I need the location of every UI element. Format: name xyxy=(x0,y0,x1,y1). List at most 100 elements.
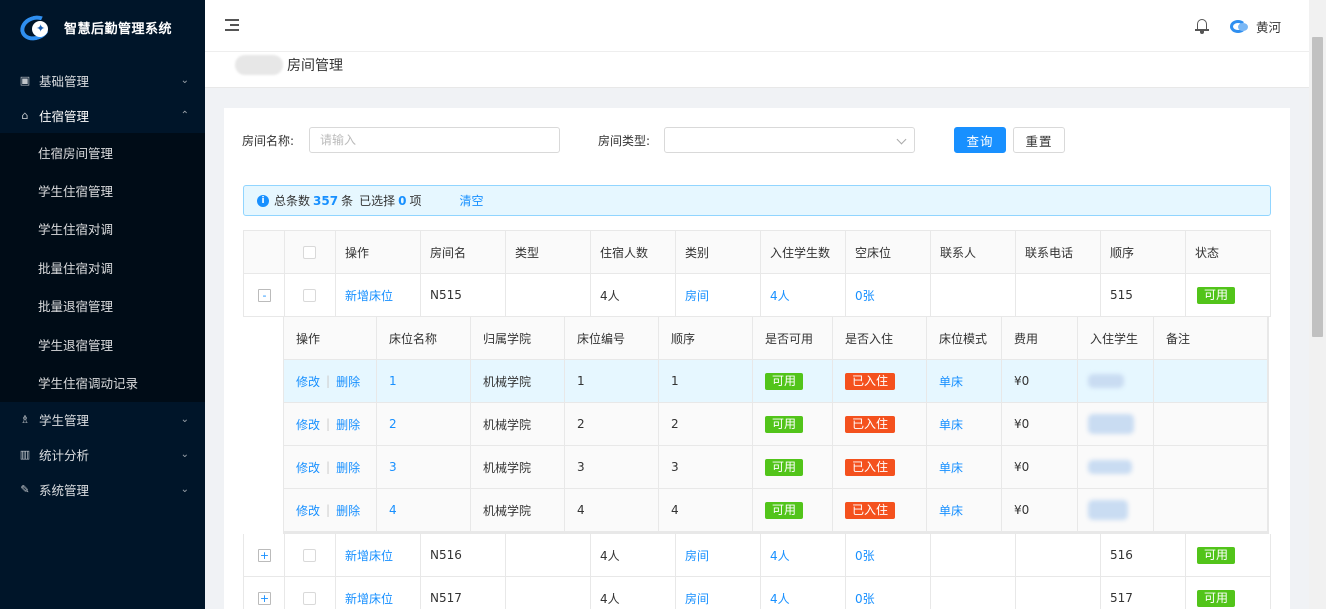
edit-link[interactable]: 修改 xyxy=(296,416,320,433)
bed-mode-link[interactable]: 单床 xyxy=(939,416,963,433)
edit-link[interactable]: 修改 xyxy=(296,502,320,519)
edit-link[interactable]: 修改 xyxy=(296,459,320,476)
clear-selection-link[interactable]: 清空 xyxy=(459,192,483,209)
expand-row-button[interactable]: + xyxy=(258,591,271,605)
delete-link[interactable]: 删除 xyxy=(336,502,360,519)
type-cell xyxy=(506,534,591,576)
sidebar-subitem-student-checkout[interactable]: 学生退宿管理 xyxy=(0,325,205,363)
edit-link[interactable]: 修改 xyxy=(296,373,320,390)
row-select-cell xyxy=(285,577,336,609)
bed-mode-link[interactable]: 单床 xyxy=(939,459,963,476)
wrench-icon: ✎ xyxy=(20,482,30,496)
chevron-down-icon xyxy=(896,134,907,145)
sidebar-subitem-batch-swap[interactable]: 批量住宿对调 xyxy=(0,248,205,286)
bell-icon[interactable] xyxy=(1195,18,1209,34)
empty-beds-link[interactable]: 0张 xyxy=(855,547,875,564)
select-all-checkbox[interactable] xyxy=(303,245,316,259)
sidebar-item-statistics[interactable]: ▥ 统计分析 ⌄ xyxy=(0,437,205,472)
sidebar-item-students[interactable]: ♗ 学生管理 ⌄ xyxy=(0,402,205,437)
room-type-select[interactable] xyxy=(664,127,915,153)
sidebar-subitem-student-swap[interactable]: 学生住宿对调 xyxy=(0,210,205,248)
occupied-cell: 已入住 xyxy=(833,446,927,488)
avatar xyxy=(1230,19,1250,35)
row-select-cell xyxy=(285,534,336,576)
room-table: 操作 房间名 类型 住宿人数 类别 入住学生数 空床位 联系人 联系电话 顺序 … xyxy=(243,230,1271,609)
bed-name-link[interactable]: 3 xyxy=(389,460,397,474)
sidebar: ✦ 智慧后勤管理系统 ▣ 基础管理 ⌄ ⌂ 住宿管理 ⌃ 住宿房间管理 学生住宿… xyxy=(0,0,205,609)
order-cell: 516 xyxy=(1101,534,1186,576)
add-bed-link[interactable]: 新增床位 xyxy=(345,590,393,607)
row-checkbox[interactable] xyxy=(303,548,316,562)
app-logo[interactable]: ✦ 智慧后勤管理系统 xyxy=(0,0,205,55)
sidebar-subitem-room-management[interactable]: 住宿房间管理 xyxy=(0,133,205,171)
status-badge: 可用 xyxy=(1197,546,1236,564)
collapse-row-button[interactable]: - xyxy=(258,288,271,302)
row-checkbox[interactable] xyxy=(303,288,316,302)
column-header: 类型 xyxy=(506,231,591,273)
scrollbar-thumb[interactable] xyxy=(1312,37,1323,337)
type-cell xyxy=(506,577,591,609)
occupied-cell: 已入住 xyxy=(833,489,927,531)
add-bed-link[interactable]: 新增床位 xyxy=(345,547,393,564)
occupied-badge: 已入住 xyxy=(845,458,896,476)
students-link[interactable]: 4人 xyxy=(770,287,790,304)
category-cell: 房间 xyxy=(676,534,761,576)
sidebar-item-accommodation[interactable]: ⌂ 住宿管理 ⌃ xyxy=(0,98,205,133)
delete-link[interactable]: 删除 xyxy=(336,459,360,476)
bed-name-link[interactable]: 2 xyxy=(389,417,397,431)
category-link[interactable]: 房间 xyxy=(685,547,709,564)
column-header: 床位编号 xyxy=(565,317,659,359)
available-cell: 可用 xyxy=(753,446,833,488)
page-scrollbar[interactable] xyxy=(1309,0,1326,609)
total-prefix: 总条数 xyxy=(274,194,311,208)
students-link[interactable]: 4人 xyxy=(770,547,790,564)
column-header: 床位模式 xyxy=(927,317,1002,359)
category-link[interactable]: 房间 xyxy=(685,590,709,607)
bed-row: 修改 | 删除 2 机械学院 2 2 可用 已入住 单床 ¥0 xyxy=(284,403,1268,446)
bed-mode-cell: 单床 xyxy=(927,489,1002,531)
bed-mode-link[interactable]: 单床 xyxy=(939,373,963,390)
bed-row: 修改 | 删除 1 机械学院 1 1 可用 已入住 单床 ¥0 xyxy=(284,360,1268,403)
sidebar-item-basic[interactable]: ▣ 基础管理 ⌄ xyxy=(0,63,205,98)
category-link[interactable]: 房间 xyxy=(685,287,709,304)
info-icon: i xyxy=(257,194,269,207)
add-bed-link[interactable]: 新增床位 xyxy=(345,287,393,304)
empty-beds-link[interactable]: 0张 xyxy=(855,590,875,607)
bed-name-link[interactable]: 4 xyxy=(389,503,397,517)
fee-cell: ¥0 xyxy=(1002,403,1078,445)
page-title: 房间管理 xyxy=(287,58,343,74)
sidebar-subitem-student-accommodation[interactable]: 学生住宿管理 xyxy=(0,171,205,209)
available-cell: 可用 xyxy=(753,403,833,445)
empty-beds-link[interactable]: 0张 xyxy=(855,287,875,304)
bed-name-cell: 1 xyxy=(377,360,471,402)
student-cell xyxy=(1078,446,1154,488)
chevron-down-icon: ⌄ xyxy=(180,413,189,425)
menu-fold-icon[interactable] xyxy=(225,17,241,33)
query-button[interactable]: 查询 xyxy=(954,127,1006,153)
chevron-down-icon: ⌄ xyxy=(180,75,189,86)
fee-cell: ¥0 xyxy=(1002,360,1078,402)
room-name-input[interactable] xyxy=(309,127,560,153)
delete-link[interactable]: 删除 xyxy=(336,416,360,433)
students-cell: 4人 xyxy=(761,577,846,609)
reset-button[interactable]: 重置 xyxy=(1013,127,1065,153)
square-icon: ▣ xyxy=(19,74,31,87)
order-cell: 517 xyxy=(1101,577,1186,609)
sidebar-subitem-transfer-records[interactable]: 学生住宿调动记录 xyxy=(0,363,205,401)
students-link[interactable]: 4人 xyxy=(770,590,790,607)
sidebar-subitem-batch-checkout[interactable]: 批量退宿管理 xyxy=(0,287,205,325)
sidebar-submenu: 住宿房间管理 学生住宿管理 学生住宿对调 批量住宿对调 批量退宿管理 学生退宿管… xyxy=(0,133,205,402)
delete-link[interactable]: 删除 xyxy=(336,373,360,390)
type-cell xyxy=(506,274,591,316)
sidebar-item-system[interactable]: ✎ 系统管理 ⌄ xyxy=(0,472,205,507)
phone-cell xyxy=(1016,577,1101,609)
bed-mode-link[interactable]: 单床 xyxy=(939,502,963,519)
bed-name-link[interactable]: 1 xyxy=(389,374,397,388)
bed-order-cell: 2 xyxy=(659,403,753,445)
student-cell xyxy=(1078,403,1154,445)
sidebar-item-label: 系统管理 xyxy=(39,482,90,498)
user-menu[interactable]: 黄河 xyxy=(1230,17,1281,36)
row-checkbox[interactable] xyxy=(303,591,316,605)
sidebar-menu: ▣ 基础管理 ⌄ ⌂ 住宿管理 ⌃ 住宿房间管理 学生住宿管理 学生住宿对调 批… xyxy=(0,55,205,507)
expand-row-button[interactable]: + xyxy=(258,548,271,562)
